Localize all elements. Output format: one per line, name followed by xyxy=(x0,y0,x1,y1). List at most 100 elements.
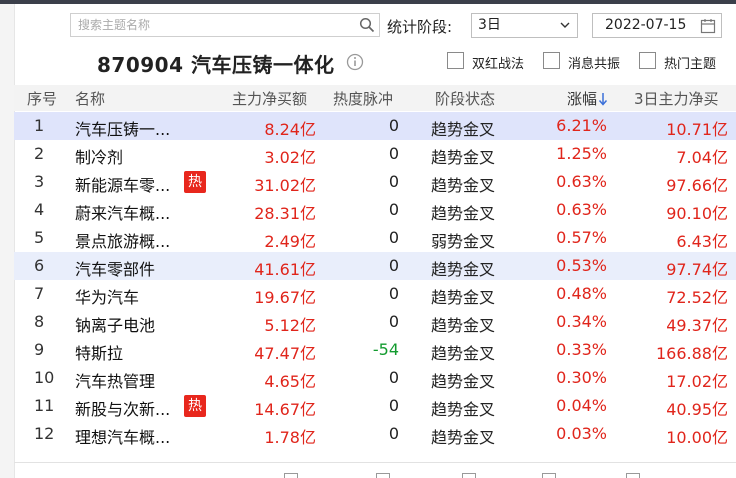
table-row[interactable]: 5 景点旅游概... 2.49亿 0 弱势金叉 0.57% 6.43亿 xyxy=(14,224,736,252)
row-3d-net-buy: 72.52亿 xyxy=(666,288,728,307)
hot-badge: 热 xyxy=(184,171,206,193)
row-3d-net-buy: 90.10亿 xyxy=(666,204,728,223)
search-box[interactable] xyxy=(70,13,380,37)
row-net-buy: 8.24亿 xyxy=(264,120,316,139)
row-heat-pulse: 0 xyxy=(388,424,399,443)
table-row[interactable]: 9 特斯拉 47.47亿 -54 趋势金叉 0.33% 166.88亿 xyxy=(14,336,736,364)
row-3d-net-buy: 97.74亿 xyxy=(666,260,728,279)
page-title: 870904 汽车压铸一体化 xyxy=(97,53,335,77)
row-net-buy: 2.49亿 xyxy=(264,232,316,251)
checkbox-box[interactable] xyxy=(376,473,390,478)
period-select[interactable]: 3日 xyxy=(471,13,578,38)
row-3d-net-buy: 40.95亿 xyxy=(666,400,728,419)
period-value: 3日 xyxy=(478,17,501,33)
row-name[interactable]: 景点旅游概... xyxy=(75,228,170,252)
row-heat-pulse: 0 xyxy=(388,200,399,219)
row-name[interactable]: 特斯拉 xyxy=(75,340,123,364)
left-gutter xyxy=(0,4,15,478)
row-name[interactable]: 理想汽车概... xyxy=(75,424,170,448)
row-change: 0.48% xyxy=(556,284,607,303)
row-stage-state: 趋势金叉 xyxy=(431,428,496,447)
row-net-buy: 41.61亿 xyxy=(254,260,316,279)
row-change: 0.63% xyxy=(556,172,607,191)
table-row[interactable]: 1 汽车压铸一... 8.24亿 0 趋势金叉 6.21% 10.71亿 xyxy=(14,112,736,140)
search-icon[interactable] xyxy=(359,17,375,33)
row-name[interactable]: 华为汽车 xyxy=(75,284,139,308)
table-row[interactable]: 8 钠离子电池 5.12亿 0 趋势金叉 0.34% 49.37亿 xyxy=(14,308,736,336)
table-row[interactable]: 4 蔚来汽车概... 28.31亿 0 趋势金叉 0.63% 90.10亿 xyxy=(14,196,736,224)
row-change: 0.53% xyxy=(556,256,607,275)
row-stage-state: 趋势金叉 xyxy=(431,400,496,419)
row-heat-pulse: 0 xyxy=(388,172,399,191)
table-row[interactable]: 6 汽车零部件 41.61亿 0 趋势金叉 0.53% 97.74亿 xyxy=(14,252,736,280)
col-header-index[interactable]: 序号 xyxy=(27,88,57,109)
col-header-stage-state[interactable]: 阶段状态 xyxy=(435,88,495,109)
row-index: 1 xyxy=(34,116,45,135)
table-row[interactable]: 7 华为汽车 19.67亿 0 趋势金叉 0.48% 72.52亿 xyxy=(14,280,736,308)
row-heat-pulse: -54 xyxy=(372,340,399,359)
table-row[interactable]: 11 新股与次新... 热 14.67亿 0 趋势金叉 0.04% 40.95亿 xyxy=(14,392,736,420)
section-divider xyxy=(14,462,736,463)
row-heat-pulse: 0 xyxy=(388,368,399,387)
col-header-net-buy[interactable]: 主力净买额 xyxy=(232,88,307,109)
table-row[interactable]: 12 理想汽车概... 1.78亿 0 趋势金叉 0.03% 10.00亿 xyxy=(14,420,736,448)
row-stage-state: 弱势金叉 xyxy=(431,232,496,251)
checkbox-box[interactable] xyxy=(462,473,476,478)
col-header-change[interactable]: 涨幅 xyxy=(567,88,608,109)
row-3d-net-buy: 97.66亿 xyxy=(666,176,728,195)
search-input[interactable] xyxy=(71,14,353,36)
checkbox-label: 消息共振 xyxy=(568,57,621,72)
calendar-icon[interactable] xyxy=(700,18,716,34)
row-name[interactable]: 汽车压铸一... xyxy=(75,116,170,140)
table-row[interactable]: 3 新能源车零... 热 31.02亿 0 趋势金叉 0.63% 97.66亿 xyxy=(14,168,736,196)
sort-down-icon xyxy=(598,93,608,106)
checkbox-box[interactable] xyxy=(543,52,560,69)
row-name[interactable]: 汽车零部件 xyxy=(75,256,155,280)
row-index: 3 xyxy=(34,172,45,191)
row-index: 6 xyxy=(34,256,45,275)
info-icon[interactable] xyxy=(346,53,364,71)
row-name[interactable]: 蔚来汽车概... xyxy=(75,200,170,224)
period-label: 统计阶段: xyxy=(387,18,453,36)
table-row[interactable]: 2 制冷剂 3.02亿 0 趋势金叉 1.25% 7.04亿 xyxy=(14,140,736,168)
row-name[interactable]: 汽车热管理 xyxy=(75,368,155,392)
row-net-buy: 31.02亿 xyxy=(254,176,316,195)
table-header: 序号 名称 主力净买额 热度脉冲 阶段状态 涨幅 3日主力净买 xyxy=(14,85,736,111)
row-3d-net-buy: 10.71亿 xyxy=(666,120,728,139)
date-picker[interactable]: 2022-07-15 xyxy=(592,13,722,38)
chevron-down-icon xyxy=(560,22,570,28)
row-index: 10 xyxy=(34,368,55,387)
checkbox-box[interactable] xyxy=(447,52,464,69)
row-name[interactable]: 新能源车零... xyxy=(75,172,170,196)
row-change: 0.33% xyxy=(556,340,607,359)
row-3d-net-buy: 166.88亿 xyxy=(656,344,728,363)
row-net-buy: 3.02亿 xyxy=(264,148,316,167)
checkbox-box[interactable] xyxy=(542,473,556,478)
row-stage-state: 趋势金叉 xyxy=(431,260,496,279)
row-3d-net-buy: 10.00亿 xyxy=(666,428,728,447)
row-heat-pulse: 0 xyxy=(388,284,399,303)
row-name[interactable]: 制冷剂 xyxy=(75,144,123,168)
row-stage-state: 趋势金叉 xyxy=(431,344,496,363)
col-header-3d-net-buy[interactable]: 3日主力净买 xyxy=(634,88,719,109)
checkbox-box[interactable] xyxy=(626,473,640,478)
row-index: 2 xyxy=(34,144,45,163)
col-header-heat-pulse[interactable]: 热度脉冲 xyxy=(333,88,393,109)
row-change: 0.04% xyxy=(556,396,607,415)
checkbox-label: 热门主题 xyxy=(664,57,717,72)
row-3d-net-buy: 17.02亿 xyxy=(666,372,728,391)
checkbox-label: 双红战法 xyxy=(472,57,525,72)
row-index: 4 xyxy=(34,200,45,219)
table-row[interactable]: 10 汽车热管理 4.65亿 0 趋势金叉 0.30% 17.02亿 xyxy=(14,364,736,392)
row-name[interactable]: 钠离子电池 xyxy=(75,312,155,336)
row-change: 0.03% xyxy=(556,424,607,443)
row-stage-state: 趋势金叉 xyxy=(431,288,496,307)
checkbox-box[interactable] xyxy=(284,473,298,478)
row-change: 0.63% xyxy=(556,200,607,219)
row-index: 9 xyxy=(34,340,45,359)
row-net-buy: 4.65亿 xyxy=(264,372,316,391)
col-header-name[interactable]: 名称 xyxy=(75,88,105,109)
row-name[interactable]: 新股与次新... xyxy=(75,396,170,420)
row-index: 11 xyxy=(34,396,55,415)
checkbox-box[interactable] xyxy=(639,52,656,69)
